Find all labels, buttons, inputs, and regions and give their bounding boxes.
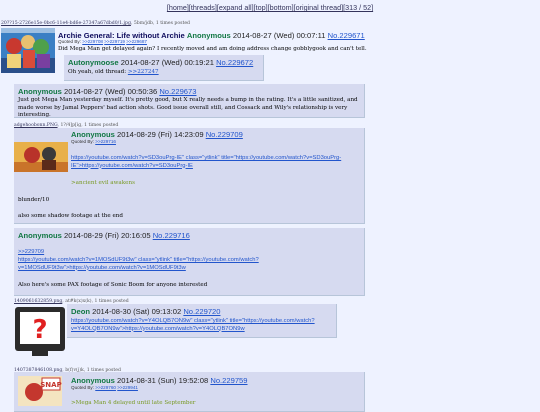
- op-message: Did Mega Man get delayed again? I recent…: [58, 46, 367, 52]
- svg-text:?: ?: [32, 315, 47, 345]
- post-number[interactable]: No.229720: [183, 307, 220, 316]
- post-date: 2014-08-27 (Wed) 00:19:21: [120, 58, 214, 67]
- reply-post: Anonymous 2014-08-27 (Wed) 00:50:36 No.2…: [14, 84, 365, 118]
- post-date: 2014-08-29 (Fri) 14:23:09: [117, 130, 204, 139]
- post-author: Autonymoose: [68, 58, 119, 67]
- youtube-link[interactable]: https://youtube.com/watch?v=SD3ouPrg-IE"…: [71, 155, 361, 170]
- post-thumbnail-image[interactable]: ?: [14, 306, 66, 358]
- post-date: 2014-08-27 (Wed) 00:50:36: [64, 87, 158, 96]
- nav-page-counter[interactable]: [313 / 52]: [343, 3, 373, 12]
- greentext: >Mega Man 4 delayed until late September: [71, 400, 196, 406]
- nav-bottom-link[interactable]: [bottom]: [268, 3, 294, 12]
- op-quoted-by: Quoted By: >>229708 >>229719 >>229687: [58, 39, 147, 44]
- quoted-by-label: Quoted By:: [71, 139, 94, 144]
- nav-original-thread-link[interactable]: [original thread]: [294, 3, 344, 12]
- post-text: Also here's some PAX footage of Sonic Bo…: [18, 282, 208, 288]
- backlink[interactable]: >>229760: [95, 385, 116, 390]
- backlink[interactable]: >>229719: [104, 39, 125, 44]
- post-text: blunder/10: [18, 197, 50, 203]
- nav-top-link[interactable]: [top]: [254, 3, 268, 12]
- post-number[interactable]: No.229759: [210, 376, 247, 385]
- post-date: 2014-08-29 (Fri) 20:16:05: [64, 231, 151, 240]
- quote-link[interactable]: >>227247: [128, 69, 159, 75]
- post-author: Anonymous: [71, 376, 115, 385]
- reply-post: Anonymous 2014-08-29 (Fri) 14:23:09 No.2…: [14, 128, 365, 224]
- post-file-link[interactable]: 1409061632859.png: [14, 299, 62, 304]
- post-number[interactable]: No.229673: [159, 87, 196, 96]
- post-thumbnail-image[interactable]: SNAP: [18, 376, 62, 406]
- post-author: Anonymous: [18, 87, 62, 96]
- nav-home-link[interactable]: [home]: [167, 3, 189, 12]
- reply-post: Deon 2014-08-30 (Sat) 09:13:02 No.229720…: [67, 304, 337, 338]
- post-date: 2014-08-31 (Sun) 19:52:08: [117, 376, 209, 385]
- post-author: Anonymous: [71, 130, 115, 139]
- quoted-by-label: Quoted By:: [71, 385, 94, 390]
- quoted-by-label: Quoted By:: [58, 39, 81, 44]
- op-thumbnail-image[interactable]: [1, 28, 55, 73]
- nav-threads-link[interactable]: [threads]: [189, 3, 217, 12]
- reply-post: Autonymoose 2014-08-27 (Wed) 00:19:21 No…: [64, 55, 264, 81]
- post-message: Just got Mega Man yesterday myself. It's…: [18, 97, 358, 119]
- post-number[interactable]: No.229716: [153, 231, 190, 240]
- post-author: Deon: [71, 307, 90, 316]
- post-text: also some shadow footage at the end: [18, 213, 123, 219]
- backlink[interactable]: >>229941: [117, 385, 138, 390]
- op-post-number[interactable]: No.229671: [328, 31, 365, 40]
- reply-post: SNAP Anonymous 2014-08-31 (Sun) 19:52:08…: [14, 372, 365, 412]
- youtube-link[interactable]: https://youtube.com/watch?v=Y4OLQB7ON9w"…: [71, 318, 333, 333]
- greentext: >ancient evil awakens: [71, 180, 135, 186]
- reply-post: Anonymous 2014-08-29 (Fri) 20:16:05 No.2…: [14, 228, 365, 296]
- svg-text:SNAP: SNAP: [40, 381, 61, 389]
- op-file-info: 20??15-2726e15e-0bc6-11e4-bd6e-27347a67d…: [1, 21, 190, 26]
- youtube-link[interactable]: https://youtube.com/watch?v=1MOSdUF9t3w"…: [18, 257, 298, 272]
- post-quoted-by: Quoted By: >>229716: [71, 139, 116, 144]
- post-date: 2014-08-30 (Sat) 09:13:02: [92, 307, 182, 316]
- op-date: 2014-08-27 (Wed) 00:07:11: [232, 31, 326, 40]
- backlink[interactable]: >>229708: [82, 39, 103, 44]
- quote-link[interactable]: >>229709: [18, 249, 44, 257]
- op-file-meta: , 5bm/jdb, 1 times posted: [130, 21, 190, 26]
- op-author: Anonymous: [186, 31, 231, 40]
- backlink[interactable]: >>229716: [95, 139, 116, 144]
- post-thumbnail-image[interactable]: [14, 142, 68, 172]
- op-file-link[interactable]: 20??15-2726e15e-0bc6-11e4-bd6e-27347a67d…: [1, 21, 131, 26]
- post-text: Oh yeah, old thread:: [68, 69, 128, 75]
- post-quoted-by: Quoted By: >>229760 >>229941: [71, 385, 138, 390]
- post-number[interactable]: No.229709: [206, 130, 243, 139]
- post-message: Oh yeah, old thread: >>227247: [68, 69, 159, 77]
- post-author: Anonymous: [18, 231, 62, 240]
- post-number[interactable]: No.229672: [216, 58, 253, 67]
- nav-expand-all-link[interactable]: [expand all]: [217, 3, 254, 12]
- backlink[interactable]: >>229687: [126, 39, 147, 44]
- top-navigation: [home][threads][expand all][top][bottom]…: [0, 3, 540, 12]
